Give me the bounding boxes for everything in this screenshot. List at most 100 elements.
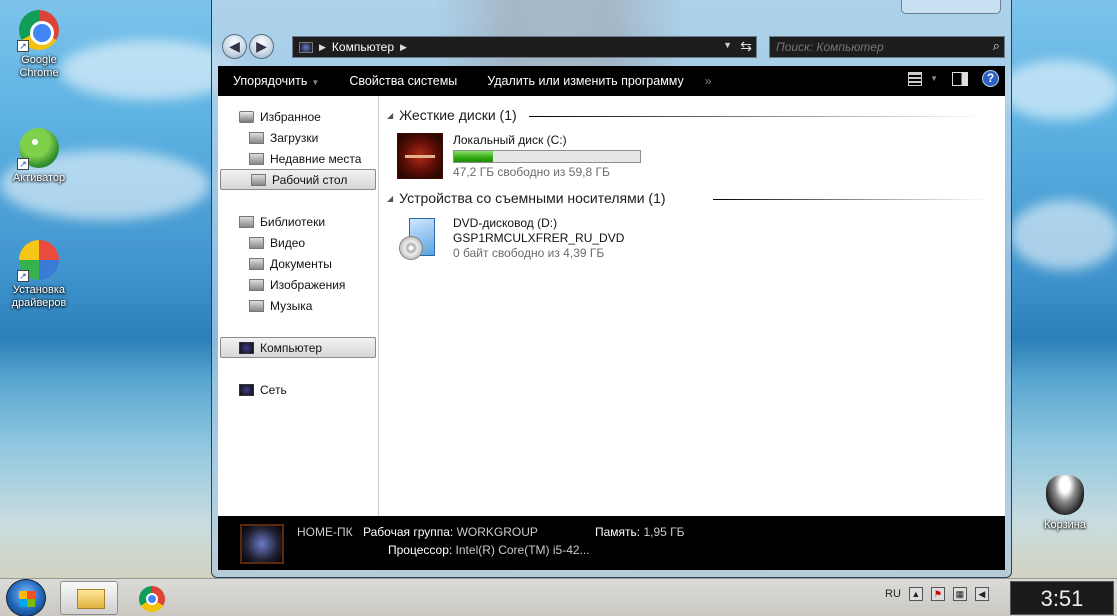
- breadcrumb-computer[interactable]: Компьютер: [332, 40, 394, 54]
- activator-icon: ↗: [17, 128, 59, 170]
- show-hidden-icons-icon[interactable]: ▲: [908, 587, 923, 601]
- nav-item-music[interactable]: Музыка: [249, 296, 312, 316]
- nav-item-images[interactable]: Изображения: [249, 275, 345, 295]
- explorer-window: ◀ ▶ ▶ Компьютер ▶ ▼ ⇆ ⌕ Упорядочить▼ Сво…: [211, 0, 1012, 578]
- chrome-icon: ↗: [17, 10, 59, 52]
- change-view-button[interactable]: ▼: [908, 71, 938, 86]
- volume-icon[interactable]: ◀: [974, 587, 989, 601]
- group-header-label: Жесткие диски (1): [399, 107, 517, 123]
- nav-item-label: Избранное: [260, 110, 321, 124]
- drive-usage-fill: [454, 151, 494, 162]
- computer-icon: [239, 341, 254, 354]
- collapse-chevron-icon: ◢: [387, 193, 394, 203]
- desktop-icon-chrome[interactable]: ↗ Google Chrome: [4, 10, 74, 80]
- nav-item-downloads[interactable]: Загрузки: [249, 128, 318, 148]
- cpu-label: Процессор:: [388, 543, 453, 557]
- address-row: ◀ ▶ ▶ Компьютер ▶ ▼ ⇆ ⌕: [220, 33, 1005, 59]
- address-dropdown-icon[interactable]: ▼: [723, 40, 732, 50]
- pc-name: HOME-ПК: [297, 525, 353, 539]
- nav-item-video[interactable]: Видео: [249, 233, 305, 253]
- dropdown-arrow-icon: ▼: [311, 78, 320, 87]
- nav-item-documents[interactable]: Документы: [249, 254, 332, 274]
- libraries-icon: [239, 216, 254, 228]
- nav-item-label: Документы: [270, 257, 332, 271]
- search-icon[interactable]: ⌕: [993, 38, 1000, 54]
- video-folder-icon: [249, 237, 264, 249]
- language-indicator[interactable]: RU: [885, 588, 901, 600]
- driver-install-icon: ↗: [17, 240, 59, 282]
- drive-c[interactable]: Локальный диск (C:) 47,2 ГБ свободно из …: [397, 133, 641, 180]
- back-button[interactable]: ◀: [222, 34, 247, 59]
- memory-value: 1,95 ГБ: [643, 525, 685, 539]
- nav-item-recent-places[interactable]: Недавние места: [249, 149, 361, 169]
- nav-item-favorites[interactable]: Избранное: [239, 107, 321, 127]
- organize-label: Упорядочить: [233, 74, 308, 88]
- nav-item-computer[interactable]: Компьютер: [220, 337, 376, 358]
- toolbar-more-button[interactable]: »: [699, 74, 718, 88]
- dropdown-arrow-icon: ▼: [930, 74, 938, 83]
- taskbar-chrome-button[interactable]: [122, 581, 180, 615]
- address-bar[interactable]: ▶ Компьютер ▶ ▼ ⇆: [292, 36, 757, 58]
- back-arrow-icon: ◀: [229, 38, 240, 54]
- nav-item-libraries[interactable]: Библиотеки: [239, 212, 325, 232]
- items-pane: ◢ Жесткие диски (1) Локальный диск (C:) 4…: [379, 96, 1005, 516]
- recycle-bin-icon: [1046, 475, 1084, 515]
- taskbar-explorer-button[interactable]: [60, 581, 118, 615]
- network-icon: [239, 384, 254, 396]
- nav-item-label: Сеть: [260, 383, 287, 397]
- nav-item-label: Компьютер: [260, 340, 323, 355]
- dvd-drive-icon: [397, 216, 443, 262]
- action-center-icon[interactable]: ⚑: [930, 587, 945, 601]
- group-divider: [529, 116, 989, 117]
- desktop-icon-label: Активатор: [12, 172, 66, 184]
- chrome-icon: [139, 586, 165, 612]
- clock[interactable]: 3:51: [1010, 581, 1114, 615]
- breadcrumb-chevron-icon[interactable]: ▶: [400, 42, 407, 53]
- nav-item-label: Видео: [270, 236, 306, 250]
- breadcrumb-chevron-icon: ▶: [319, 41, 326, 52]
- memory-label: Память:: [595, 525, 641, 539]
- folder-icon: [77, 589, 105, 609]
- group-header-label: Устройства со съемными носителями (1): [399, 190, 666, 206]
- nav-item-label: Загрузки: [270, 131, 319, 145]
- group-header-removable[interactable]: ◢ Устройства со съемными носителями (1): [387, 190, 666, 206]
- drive-d[interactable]: DVD-дисковод (D:) GSP1RMCULXFRER_RU_DVD …: [397, 216, 624, 262]
- system-tray: RU ▲ ⚑ ▦ ◀: [885, 587, 989, 601]
- group-header-hard-disks[interactable]: ◢ Жесткие диски (1): [387, 107, 517, 123]
- help-icon[interactable]: ?: [982, 70, 999, 87]
- hard-disk-icon: [397, 133, 443, 179]
- nav-item-label: Изображения: [270, 278, 346, 292]
- forward-button[interactable]: ▶: [249, 34, 274, 59]
- network-tray-icon[interactable]: ▦: [952, 587, 967, 601]
- explorer-content: Избранное Загрузки Недавние места Рабочи…: [218, 96, 1005, 516]
- cpu-value: Intel(R) Core(TM) i5-42...: [455, 543, 590, 557]
- search-box[interactable]: ⌕: [769, 36, 1005, 58]
- workgroup-label: Рабочая группа:: [363, 525, 454, 539]
- drive-usage-bar: [453, 150, 641, 163]
- star-icon: [239, 111, 254, 123]
- computer-icon: [299, 41, 313, 53]
- drive-free-space: 47,2 ГБ свободно из 59,8 ГБ: [453, 165, 610, 179]
- nav-item-network[interactable]: Сеть: [239, 380, 287, 400]
- details-pane: HOME-ПК Рабочая группа: WORKGROUP Память…: [218, 516, 1005, 570]
- search-input[interactable]: [776, 40, 976, 54]
- start-button[interactable]: [6, 579, 46, 616]
- drive-volume-label: GSP1RMCULXFRER_RU_DVD: [453, 231, 625, 245]
- drive-free-space: 0 байт свободно из 4,39 ГБ: [453, 246, 605, 260]
- computer-icon: [240, 524, 284, 564]
- uninstall-program-button[interactable]: Удалить или изменить программу: [472, 74, 699, 88]
- taskbar: RU ▲ ⚑ ▦ ◀ 3:51: [0, 578, 1117, 616]
- group-divider: [713, 199, 989, 200]
- desktop-icon-driver-install[interactable]: ↗ Установка драйверов: [4, 240, 74, 310]
- preview-pane-icon[interactable]: [952, 71, 968, 86]
- desktop-icon-activator[interactable]: ↗ Активатор: [4, 128, 74, 185]
- nav-item-label: Недавние места: [270, 152, 362, 166]
- refresh-icon[interactable]: ⇆: [740, 38, 752, 55]
- desktop-icon-recycle-bin[interactable]: Корзина: [1030, 475, 1100, 532]
- nav-item-desktop[interactable]: Рабочий стол: [220, 169, 376, 190]
- desktop-icon-label: Установка драйверов: [11, 284, 67, 309]
- window-caption-buttons[interactable]: [901, 0, 1001, 14]
- system-properties-button[interactable]: Свойства системы: [334, 74, 472, 88]
- organize-button[interactable]: Упорядочить ▼: [218, 74, 334, 88]
- view-details-icon: [908, 71, 923, 86]
